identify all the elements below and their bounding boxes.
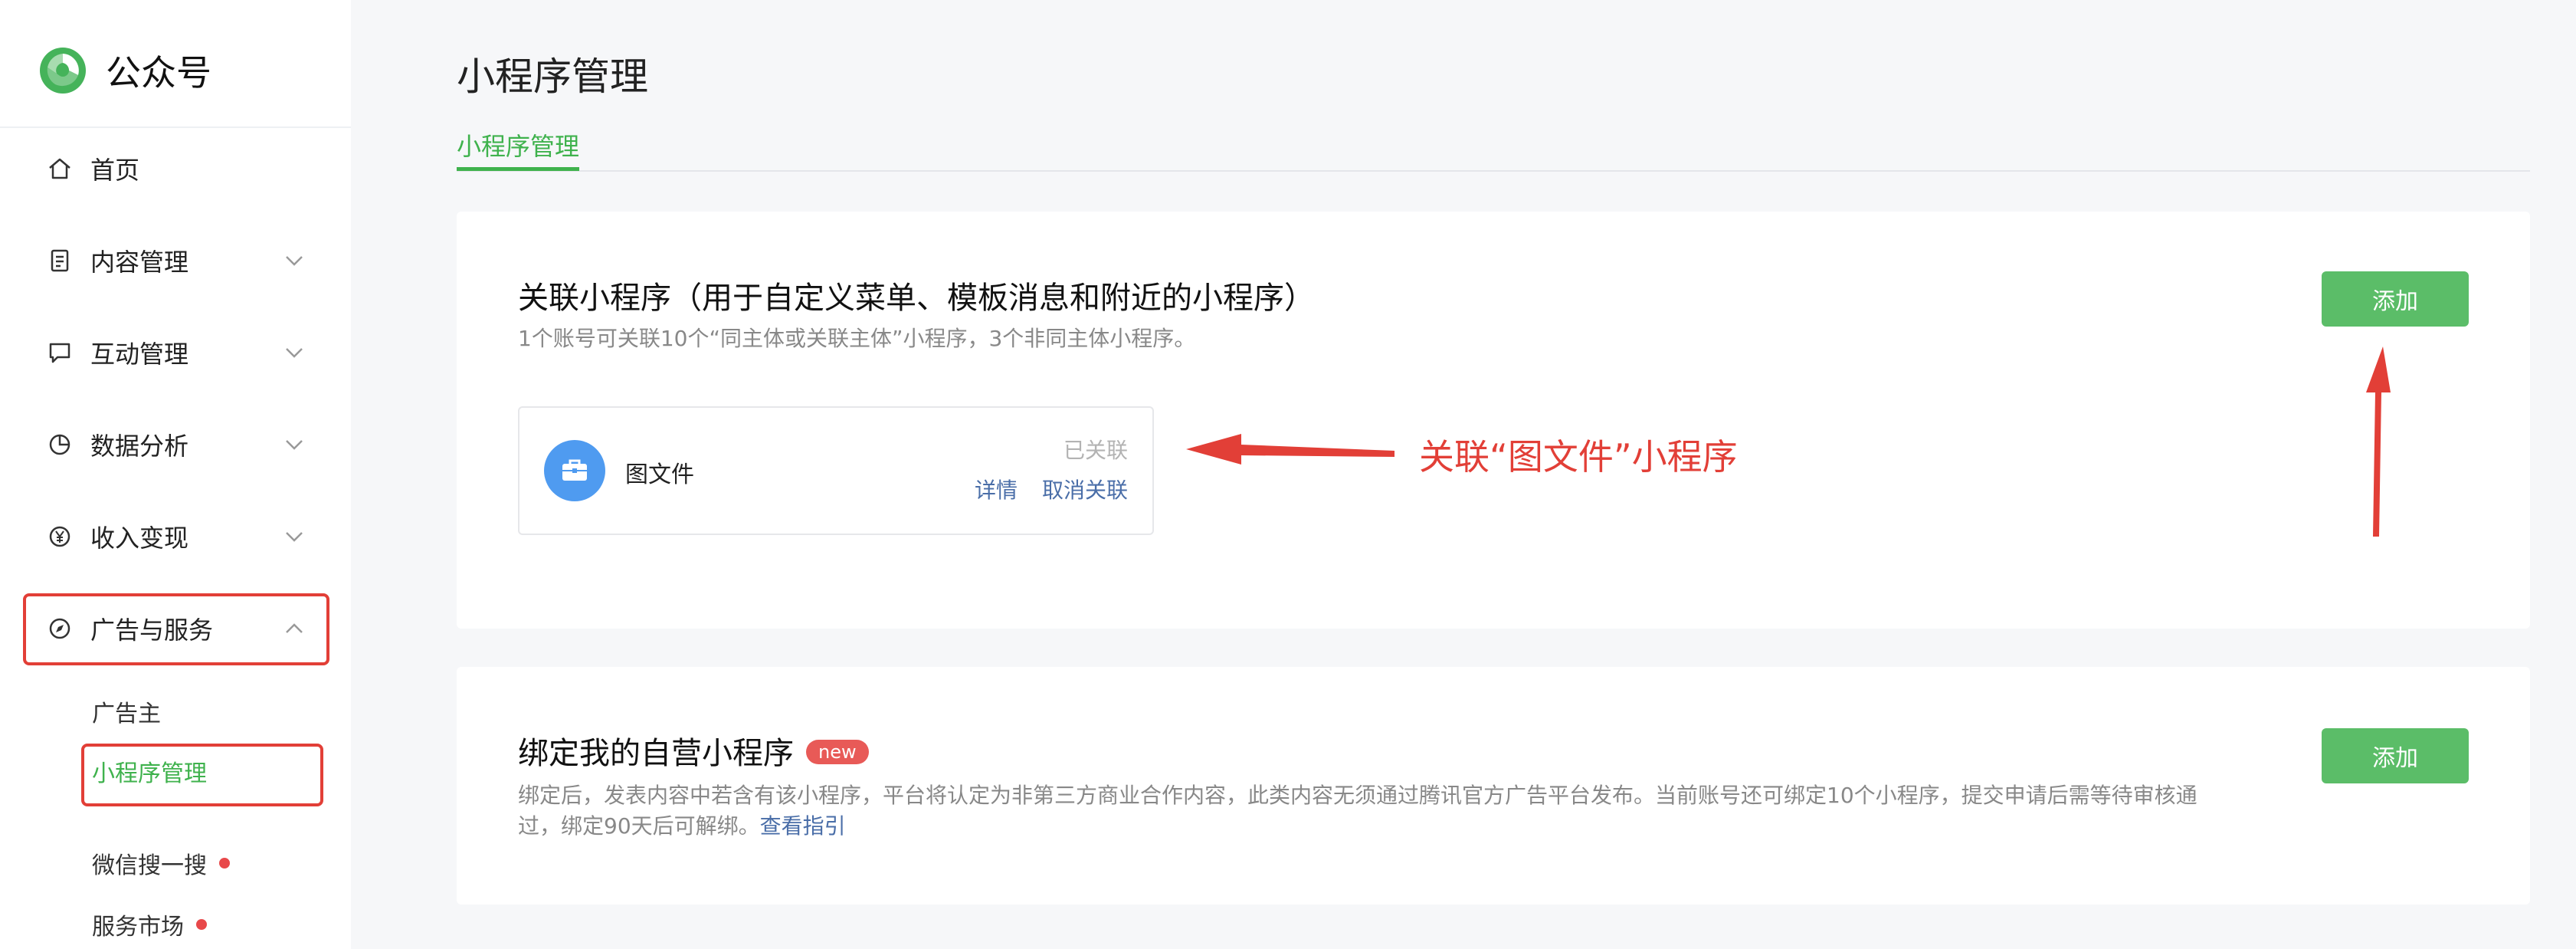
annotation-arrow-left (1186, 434, 1395, 465)
annotation-arrows (1186, 346, 2391, 537)
annotation-label: 关联“图文件”小程序 (1419, 436, 1738, 478)
annotation-arrow-up (2366, 346, 2391, 537)
